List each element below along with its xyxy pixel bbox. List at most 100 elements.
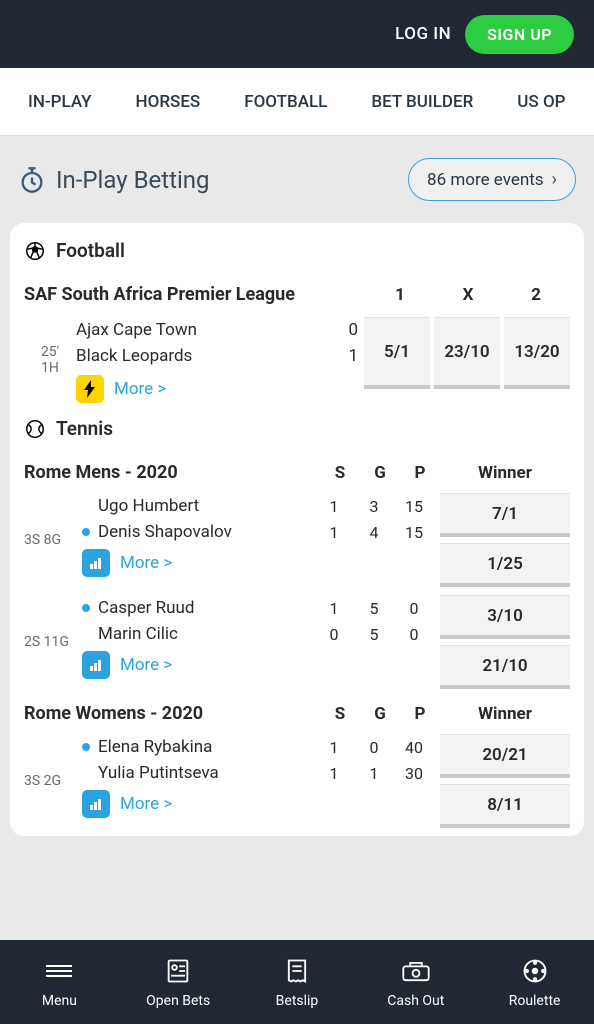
inplay-title-text: In-Play Betting: [56, 166, 210, 194]
p1-p: 15: [394, 497, 434, 516]
col-s: S: [320, 704, 360, 724]
winner-col-0-1: 3/10 21/10: [440, 595, 570, 689]
football-icon: [24, 240, 46, 262]
nav-betslip[interactable]: Betslip: [238, 955, 357, 1009]
player-1-0-1: Elena Rybakina 1 0 40: [82, 734, 434, 760]
match-half: 1H: [41, 360, 59, 376]
tennis-match-0-0: 3S 8G Ugo Humbert 1 3 15 Denis Shapovalo…: [20, 489, 574, 591]
tennis-league-row-0: Rome Mens - 2020 S G P Winner: [20, 452, 574, 489]
col-1: 1: [366, 285, 434, 305]
tab-bet-builder[interactable]: BET BUILDER: [349, 92, 495, 112]
inplay-header: In-Play Betting 86 more events ›: [0, 136, 594, 223]
player-0-1-2: Marin Cilic 0 5 0: [82, 621, 434, 647]
nav-menu[interactable]: Menu: [0, 955, 119, 1009]
team-row-2: Black Leopards 1: [76, 343, 358, 369]
tab-horses[interactable]: HORSES: [114, 92, 223, 112]
nav-cashout-label: Cash Out: [387, 993, 444, 1009]
p2-sgp: 0 5 0: [314, 625, 434, 644]
nav-betslip-label: Betslip: [276, 993, 319, 1009]
more-link[interactable]: More >: [120, 655, 172, 675]
tennis-more-0-1: More >: [82, 647, 434, 685]
odds-1[interactable]: 5/1: [364, 317, 430, 389]
p1-s: 1: [314, 738, 354, 757]
winner-p1[interactable]: 20/21: [440, 734, 570, 778]
tennis-time-0-1: 2S 11G: [24, 595, 82, 689]
login-button[interactable]: LOG IN: [395, 24, 451, 44]
p2-g: 4: [354, 523, 394, 542]
col-winner: Winner: [440, 463, 570, 483]
football-header: Football: [20, 239, 574, 274]
teams-col: Ajax Cape Town 0 Black Leopards 1 More >: [76, 317, 358, 403]
roulette-icon: [519, 955, 551, 987]
bolt-icon[interactable]: [76, 375, 104, 403]
player2-name: Marin Cilic: [98, 624, 314, 644]
team2-name: Black Leopards: [76, 346, 192, 366]
nav-openbets[interactable]: Open Bets: [119, 955, 238, 1009]
football-odds: 5/1 23/10 13/20: [364, 317, 570, 403]
winner-col-1-0: 20/21 8/11: [440, 734, 570, 828]
odds-2[interactable]: 13/20: [504, 317, 570, 389]
p1-g: 3: [354, 497, 394, 516]
tennis-title: Tennis: [56, 417, 113, 440]
p1-g: 5: [354, 599, 394, 618]
signup-button[interactable]: SIGN UP: [465, 15, 574, 54]
more-events-label: 86 more events: [427, 170, 544, 190]
serve-dot-icon: [82, 528, 90, 536]
tennis-league-0: Rome Mens - 2020: [24, 462, 320, 483]
odds-x[interactable]: 23/10: [434, 317, 500, 389]
winner-p1[interactable]: 3/10: [440, 595, 570, 639]
tab-football[interactable]: FOOTBALL: [222, 92, 349, 112]
football-league-name: SAF South Africa Premier League: [24, 284, 366, 305]
col-2: 2: [502, 285, 570, 305]
p2-s: 1: [314, 523, 354, 542]
tab-us-open[interactable]: US OP: [495, 92, 587, 112]
player-0-0-2: Denis Shapovalov 1 4 15: [82, 519, 434, 545]
winner-col-0-0: 7/1 1/25: [440, 493, 570, 587]
more-link[interactable]: More >: [120, 553, 172, 573]
player1-name: Elena Rybakina: [98, 737, 314, 757]
stats-icon[interactable]: [82, 651, 110, 679]
p2-sgp: 1 1 30: [314, 764, 434, 783]
p1-g: 0: [354, 738, 394, 757]
tennis-more-1-0: More >: [82, 786, 434, 824]
more-link[interactable]: More >: [120, 794, 172, 814]
more-link[interactable]: More >: [114, 379, 166, 399]
p1-p: 0: [394, 599, 434, 618]
p1-sgp: 1 0 40: [314, 738, 434, 757]
more-events-button[interactable]: 86 more events ›: [408, 158, 576, 201]
serve-dot-icon: [82, 604, 90, 612]
winner-p1[interactable]: 7/1: [440, 493, 570, 537]
nav-roulette[interactable]: Roulette: [475, 955, 594, 1009]
stats-icon[interactable]: [82, 790, 110, 818]
serve-dot-icon: [82, 743, 90, 751]
col-winner: Winner: [440, 704, 570, 724]
p2-g: 5: [354, 625, 394, 644]
winner-p2[interactable]: 1/25: [440, 543, 570, 587]
nav-cashout[interactable]: Cash Out: [356, 955, 475, 1009]
team1-score: 0: [334, 320, 358, 340]
team-row-1: Ajax Cape Town 0: [76, 317, 358, 343]
inplay-title: In-Play Betting: [18, 166, 210, 194]
p1-p: 40: [394, 738, 434, 757]
col-g: G: [360, 704, 400, 724]
tab-inplay[interactable]: IN-PLAY: [6, 92, 114, 112]
col-x: X: [434, 285, 502, 305]
player-0-0-1: Ugo Humbert 1 3 15: [82, 493, 434, 519]
p1-sgp: 1 3 15: [314, 497, 434, 516]
winner-p2[interactable]: 21/10: [440, 645, 570, 689]
menu-icon: [43, 955, 75, 987]
player1-name: Ugo Humbert: [98, 496, 314, 516]
nav-menu-label: Menu: [42, 993, 77, 1009]
football-league-row: SAF South Africa Premier League 1 X 2: [20, 274, 574, 311]
match-time: 25' 1H: [24, 317, 76, 403]
match-minute: 25': [41, 344, 59, 360]
p2-p: 30: [394, 764, 434, 783]
nav-openbets-label: Open Bets: [146, 993, 210, 1009]
chevron-right-icon: ›: [552, 169, 557, 190]
player-1-0-2: Yulia Putintseva 1 1 30: [82, 760, 434, 786]
winner-p2[interactable]: 8/11: [440, 784, 570, 828]
p1-s: 1: [314, 599, 354, 618]
stats-icon[interactable]: [82, 549, 110, 577]
tennis-league-1: Rome Womens - 2020: [24, 703, 320, 724]
player2-name: Yulia Putintseva: [98, 763, 314, 783]
